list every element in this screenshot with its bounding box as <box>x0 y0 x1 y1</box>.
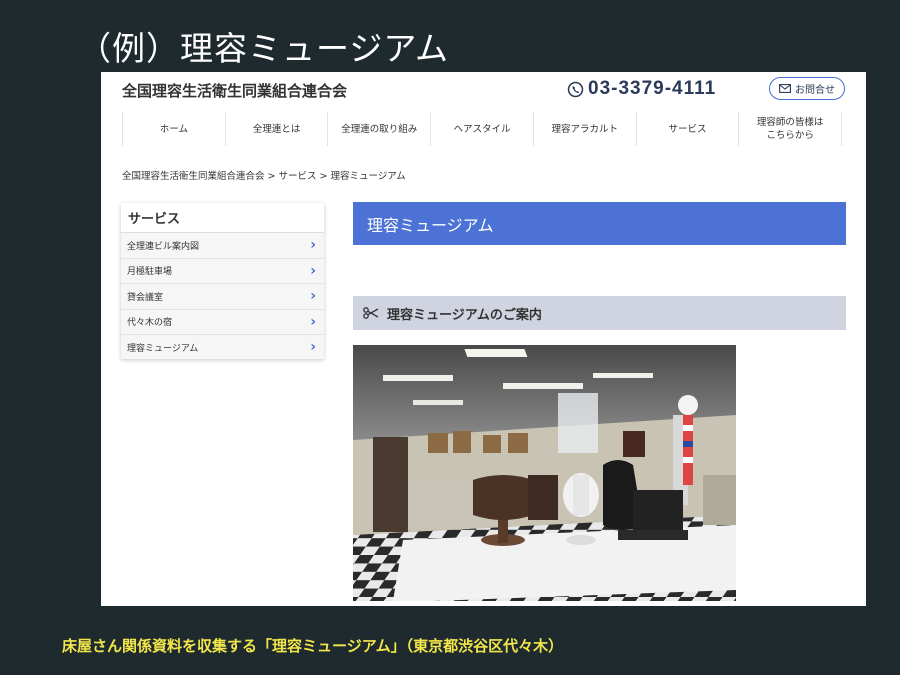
sidebar-item-parking[interactable]: 月極駐車場 › <box>121 259 324 284</box>
sidebar: サービス 全理連ビル案内図 › 月極駐車場 › 貸会議室 › 代々木の宿 › 理… <box>121 203 324 359</box>
sidebar-item-label: 代々木の宿 <box>127 318 173 329</box>
sidebar-item-label: 理容ミュージアム <box>127 343 199 354</box>
nav-label: 理容師の皆様は こちらから <box>756 117 824 141</box>
contact-button[interactable]: お問合せ <box>769 77 845 100</box>
nav-label: 理容アラカルト <box>551 123 618 135</box>
sidebar-item-inn[interactable]: 代々木の宿 › <box>121 310 324 335</box>
nav-label: ホーム <box>159 123 188 135</box>
sidebar-item-label: 月極駐車場 <box>127 267 173 278</box>
sidebar-item-label: 全理連ビル案内図 <box>127 241 200 252</box>
chevron-right-icon: › <box>310 339 316 356</box>
slide-caption: 床屋さん関係資料を収集する「理容ミュージアム」（東京都渋谷区代々木） <box>62 637 564 655</box>
nav-label: ヘアスタイル <box>453 123 511 135</box>
phone-number[interactable]: 03-3379-4111 <box>567 77 716 101</box>
nav-item-hairstyle[interactable]: ヘアスタイル <box>431 112 534 146</box>
chevron-right-icon: › <box>310 262 316 279</box>
slide-title: （例）理容ミュージアム <box>78 29 450 68</box>
nav-item-home[interactable]: ホーム <box>122 112 226 146</box>
org-name[interactable]: 全国理容生活衛生同業組合連合会 <box>122 80 347 101</box>
museum-photo <box>353 345 736 601</box>
chevron-right-icon: › <box>310 237 316 254</box>
sidebar-item-museum[interactable]: 理容ミュージアム › <box>121 335 324 360</box>
section-heading: 理容ミュージアムのご案内 <box>353 296 846 330</box>
contact-label: お問合せ <box>795 85 835 96</box>
section-title: 理容ミュージアムのご案内 <box>387 307 542 323</box>
nav-item-alacarte[interactable]: 理容アラカルト <box>534 112 637 146</box>
phone-icon <box>567 81 584 97</box>
chevron-right-icon: › <box>310 288 316 305</box>
breadcrumb[interactable]: 全国理容生活衛生同業組合連合会 > サービス > 理容ミュージアム <box>122 168 406 182</box>
nav-item-services[interactable]: サービス <box>637 112 740 146</box>
sidebar-item-meeting-room[interactable]: 貸会議室 › <box>121 284 324 310</box>
website-screenshot: 全国理容生活衛生同業組合連合会 03-3379-4111 お問合せ ホーム 全理… <box>101 72 866 606</box>
sidebar-heading: サービス <box>121 203 324 233</box>
nav-item-about[interactable]: 全理連とは <box>226 112 329 146</box>
mail-icon <box>779 84 791 93</box>
sidebar-item-label: 貸会議室 <box>127 292 164 303</box>
museum-photo-image <box>353 345 736 601</box>
nav-item-initiatives[interactable]: 全理連の取り組み <box>328 112 432 146</box>
nav-label: 全理連の取り組み <box>341 123 418 135</box>
page-title: 理容ミュージアム <box>353 202 846 245</box>
scissors-icon <box>363 307 379 319</box>
sidebar-item-building-map[interactable]: 全理連ビル案内図 › <box>121 233 324 259</box>
nav-label: サービス <box>668 123 707 135</box>
global-nav: ホーム 全理連とは 全理連の取り組み ヘアスタイル 理容アラカルト サービス 理… <box>122 112 843 146</box>
nav-label: 全理連とは <box>252 123 301 135</box>
nav-item-barbers[interactable]: 理容師の皆様は こちらから <box>739 112 843 146</box>
phone-text: 03-3379-4111 <box>588 78 717 99</box>
chevron-right-icon: › <box>310 313 316 330</box>
